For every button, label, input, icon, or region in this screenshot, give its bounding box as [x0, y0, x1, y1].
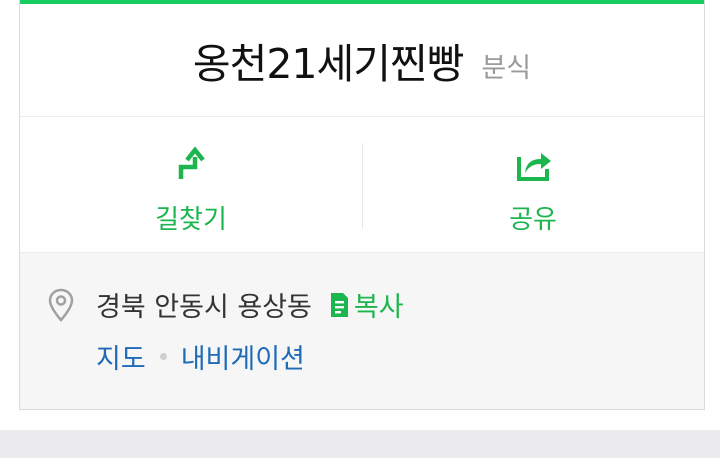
place-card: 옹천21세기찐빵 분식 길찾기 공유 경북 안동시 용상동 복사 지도 내비게이…: [19, 0, 705, 410]
navigation-link[interactable]: 내비게이션: [181, 337, 305, 376]
copy-label: 복사: [353, 292, 404, 323]
map-pin-icon: [48, 288, 74, 322]
directions-label: 길찾기: [155, 205, 227, 235]
address-row: 경북 안동시 용상동 복사: [48, 285, 404, 324]
title-row: 옹천21세기찐빵 분식: [20, 4, 704, 116]
place-category: 분식: [481, 52, 532, 84]
share-label: 공유: [509, 205, 557, 235]
page-background-band: [0, 430, 720, 458]
directions-button[interactable]: 길찾기: [20, 117, 362, 252]
share-arrow-icon: [517, 153, 551, 181]
info-section: 경북 안동시 용상동 복사 지도 내비게이션: [20, 253, 704, 409]
copy-address-button[interactable]: 복사: [328, 285, 404, 324]
address-text: 경북 안동시 용상동: [96, 292, 312, 323]
action-bar: 길찾기 공유: [20, 117, 704, 252]
document-copy-icon: [330, 292, 348, 317]
share-button[interactable]: 공유: [362, 117, 704, 252]
turn-arrow-icon: [178, 146, 205, 179]
place-name: 옹천21세기찐빵: [192, 40, 464, 88]
links-row: 지도 내비게이션: [96, 337, 305, 376]
link-separator-dot: [159, 353, 167, 360]
map-link[interactable]: 지도: [96, 337, 146, 376]
